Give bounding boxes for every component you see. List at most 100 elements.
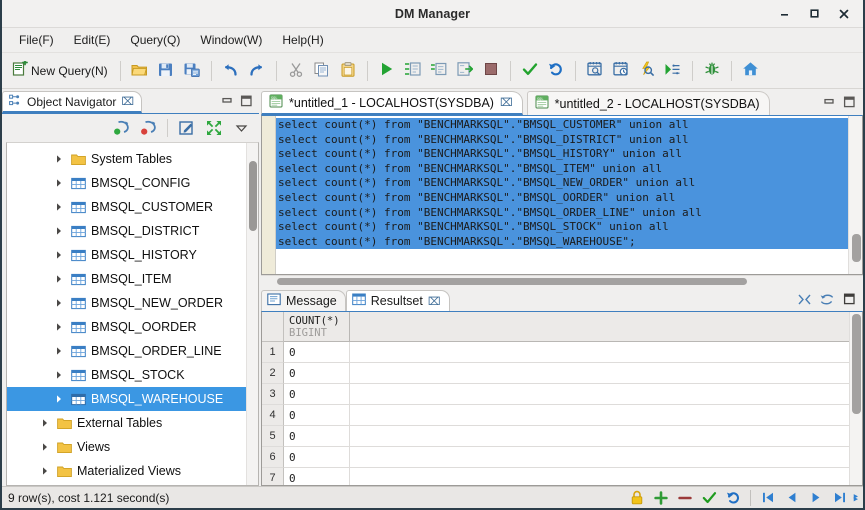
chevron-right-icon[interactable] [53,298,65,308]
next-page-icon[interactable] [805,488,827,508]
redo-button[interactable] [244,57,270,85]
table-row[interactable]: 7 0 [262,468,849,485]
menu-edit[interactable]: Edit(E) [65,30,120,50]
step-over-button[interactable] [660,57,686,85]
tree-node-bmsql-config[interactable]: BMSQL_CONFIG [7,171,246,195]
new-query-button[interactable]: New Query(N) [8,57,114,85]
home-button[interactable] [738,57,764,85]
menu-help[interactable]: Help(H) [273,30,332,50]
explain-plan-button[interactable] [582,57,608,85]
editor-scrollbar-thumb[interactable] [852,234,861,262]
tree-node-bmsql-district[interactable]: BMSQL_DISTRICT [7,219,246,243]
grid-column-header[interactable]: COUNT(*) BIGINT [284,312,350,342]
chevron-right-icon[interactable] [39,466,51,476]
chevron-right-icon[interactable] [53,322,65,332]
analyze-button[interactable] [634,57,660,85]
sql-line[interactable]: select count(*) from "BENCHMARKSQL"."BMS… [276,205,848,221]
sql-editor-text[interactable]: select count(*) from "BENCHMARKSQL"."BMS… [276,116,848,274]
table-row[interactable]: 1 0 [262,342,849,363]
row-number[interactable]: 4 [262,405,284,426]
grid-cell[interactable]: 0 [284,468,350,485]
chevron-right-icon[interactable] [39,418,51,428]
table-row[interactable]: 6 0 [262,447,849,468]
view-menu-icon[interactable] [229,117,253,139]
tree-node-bmsql-history[interactable]: BMSQL_HISTORY [7,243,246,267]
execute-button[interactable] [374,57,400,85]
tree-node-external-tables[interactable]: External Tables [7,411,246,435]
undo-button[interactable] [218,57,244,85]
tree-node-procedures[interactable]: Procedures [7,483,246,485]
editor-horizontal-scrollbar[interactable] [261,275,863,286]
cut-button[interactable] [283,57,309,85]
table-row[interactable]: 2 0 [262,363,849,384]
grid-cell[interactable]: 0 [284,342,350,363]
minimize-panel-icon[interactable] [823,97,836,111]
disconnect-icon[interactable] [136,117,160,139]
row-number[interactable]: 3 [262,384,284,405]
menu-query[interactable]: Query(Q) [121,30,189,50]
sql-line[interactable]: select count(*) from "BENCHMARKSQL"."BMS… [276,234,848,250]
tree-node-bmsql-new-order[interactable]: BMSQL_NEW_ORDER [7,291,246,315]
tab-untitled-2[interactable]: SQL *untitled_2 - LOCALHOST(SYSDBA) [526,91,770,115]
sql-line[interactable]: select count(*) from "BENCHMARKSQL"."BMS… [276,220,848,235]
execute-to-end-button[interactable] [426,57,452,85]
maximize-panel-icon[interactable] [843,293,856,308]
execute-script-button[interactable] [400,57,426,85]
editor-vertical-scrollbar[interactable] [848,116,862,274]
tree-node-bmsql-order-line[interactable]: BMSQL_ORDER_LINE [7,339,246,363]
more-pages-icon[interactable] [853,491,863,504]
grid-cell[interactable]: 0 [284,363,350,384]
chevron-right-icon[interactable] [53,274,65,284]
lock-icon[interactable] [626,488,648,508]
menu-file[interactable]: File(F) [10,30,63,50]
row-number[interactable]: 6 [262,447,284,468]
tree-node-bmsql-oorder[interactable]: BMSQL_OORDER [7,315,246,339]
chevron-right-icon[interactable] [53,370,65,380]
grid-cell[interactable]: 0 [284,405,350,426]
chevron-right-icon[interactable] [53,226,65,236]
chevron-right-icon[interactable] [53,346,65,356]
delete-row-icon[interactable] [674,488,696,508]
rollback-button[interactable] [543,57,569,85]
stop-button[interactable] [478,57,504,85]
save-button[interactable] [153,57,179,85]
chevron-right-icon[interactable] [53,394,65,404]
maximize-panel-icon[interactable] [843,96,856,111]
add-row-icon[interactable] [650,488,672,508]
sql-line[interactable]: select count(*) from "BENCHMARKSQL"."BMS… [276,147,848,162]
commit-row-icon[interactable] [698,488,720,508]
tree-node-bmsql-warehouse[interactable]: BMSQL_WAREHOUSE [7,387,246,411]
tab-object-navigator[interactable]: Object Navigator ⌧ [2,91,143,113]
sql-editor[interactable]: select count(*) from "BENCHMARKSQL"."BMS… [261,115,863,275]
commit-button[interactable] [517,57,543,85]
editor-hscrollbar-thumb[interactable] [277,278,747,285]
chevron-right-icon[interactable] [53,202,65,212]
chevron-right-icon[interactable] [53,154,65,164]
menu-window[interactable]: Window(W) [191,30,271,50]
grid-vertical-scrollbar[interactable] [849,312,862,485]
tree-node-bmsql-stock[interactable]: BMSQL_STOCK [7,363,246,387]
close-icon[interactable]: ⌧ [500,96,513,109]
tab-resultset[interactable]: Resultset ⌧ [345,290,450,311]
connect-icon[interactable] [109,117,133,139]
collapse-all-icon[interactable] [202,117,226,139]
resultset-grid[interactable]: COUNT(*) BIGINT 1 0 2 0 3 0 4 0 5 0 6 0 … [261,311,863,486]
copy-button[interactable] [309,57,335,85]
first-page-icon[interactable] [757,488,779,508]
tab-untitled-1[interactable]: SQL *untitled_1 - LOCALHOST(SYSDBA) ⌧ [261,91,523,115]
tab-message[interactable]: Message [261,290,346,311]
grid-scrollbar-thumb[interactable] [852,314,861,414]
plan-history-button[interactable] [608,57,634,85]
table-row[interactable]: 5 0 [262,426,849,447]
minimize-panel-icon[interactable] [221,96,234,110]
tree-node-materialized-views[interactable]: Materialized Views [7,459,246,483]
maximize-icon[interactable] [799,2,829,26]
close-icon[interactable]: ⌧ [121,95,134,108]
save-as-button[interactable] [179,57,205,85]
row-number[interactable]: 5 [262,426,284,447]
grid-cell[interactable]: 0 [284,426,350,447]
tree-node-bmsql-customer[interactable]: BMSQL_CUSTOMER [7,195,246,219]
row-number[interactable]: 2 [262,363,284,384]
last-page-icon[interactable] [829,488,851,508]
tree-vertical-scrollbar[interactable] [246,143,258,485]
